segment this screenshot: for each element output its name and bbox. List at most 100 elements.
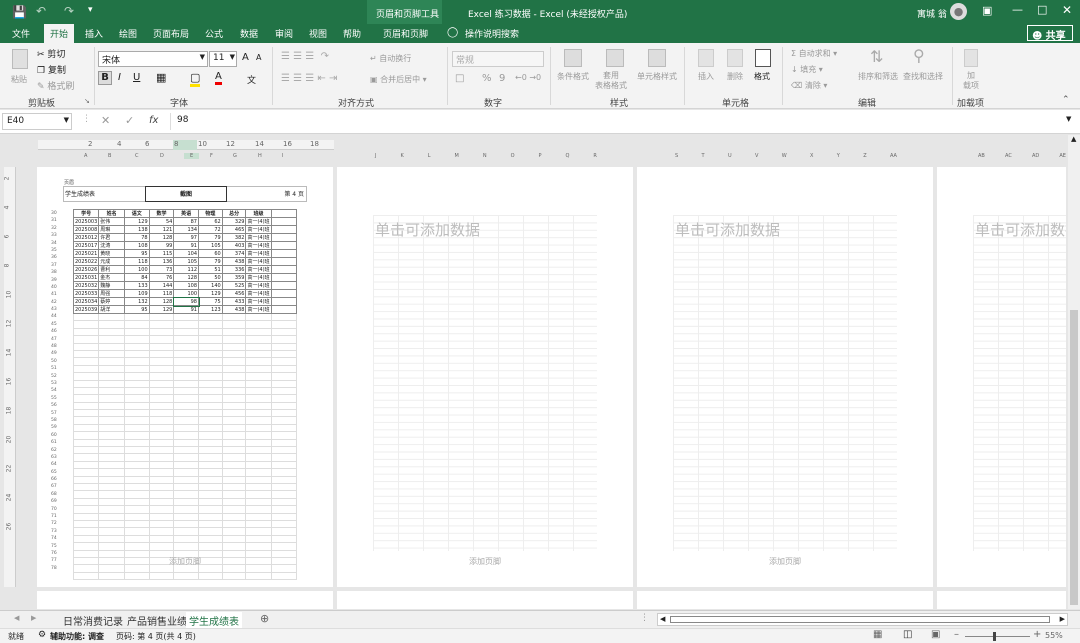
table-cell[interactable] xyxy=(72,512,100,521)
table-cell[interactable] xyxy=(148,386,175,396)
table-cell[interactable]: 438 xyxy=(221,257,247,266)
row-number[interactable]: 53 xyxy=(51,380,61,387)
table-cell[interactable]: 129 xyxy=(198,289,223,298)
table-cell[interactable] xyxy=(198,468,223,477)
table-cell[interactable] xyxy=(198,357,223,366)
table-cell[interactable]: 382 xyxy=(221,233,247,242)
table-cell[interactable]: 465 xyxy=(221,225,247,234)
table-cell[interactable] xyxy=(98,549,125,558)
undo-icon[interactable]: ↶ xyxy=(36,4,46,18)
table-cell[interactable] xyxy=(270,468,298,477)
table-cell[interactable]: 100 xyxy=(123,265,150,274)
table-cell[interactable] xyxy=(72,468,100,477)
row-number[interactable]: 67 xyxy=(51,483,61,490)
table-cell[interactable]: 高一(4)班 xyxy=(245,305,272,314)
table-cell[interactable] xyxy=(173,416,199,425)
table-cell[interactable] xyxy=(123,438,150,448)
col-header[interactable]: Z xyxy=(863,153,866,161)
table-cell[interactable] xyxy=(270,556,298,566)
table-cell[interactable] xyxy=(221,349,247,359)
table-cell[interactable] xyxy=(270,241,298,250)
table-cell[interactable] xyxy=(221,431,247,440)
table-cell[interactable] xyxy=(270,394,298,403)
table-cell[interactable] xyxy=(123,379,150,388)
table-cell[interactable] xyxy=(123,512,150,521)
table-cell[interactable] xyxy=(72,312,100,322)
table-cell[interactable]: 周琳 xyxy=(98,225,125,234)
table-cell[interactable]: 高一(4)班 xyxy=(245,281,272,290)
col-header[interactable]: B xyxy=(108,153,111,159)
table-cell[interactable] xyxy=(148,357,175,366)
table-cell[interactable] xyxy=(245,468,272,477)
table-cell[interactable] xyxy=(123,475,150,485)
table-cell[interactable] xyxy=(173,335,199,344)
table-cell[interactable] xyxy=(148,379,175,388)
table-cell[interactable] xyxy=(221,468,247,477)
table-cell[interactable] xyxy=(173,372,199,381)
table-cell[interactable] xyxy=(245,505,272,514)
wrap-text-button[interactable]: ↵ 自动换行 xyxy=(370,53,411,64)
table-cell[interactable] xyxy=(148,409,175,418)
table-cell[interactable] xyxy=(245,460,272,470)
addin-button[interactable]: 加 载项 xyxy=(963,71,979,91)
table-cell[interactable]: 456 xyxy=(221,289,247,298)
table-cell[interactable] xyxy=(221,386,247,396)
table-cell[interactable] xyxy=(270,327,298,337)
table-cell[interactable]: 张伟 xyxy=(98,217,125,226)
table-cell[interactable] xyxy=(270,273,298,282)
table-cell[interactable] xyxy=(270,249,298,258)
table-cell[interactable] xyxy=(221,327,247,337)
table-cell[interactable] xyxy=(198,497,223,507)
customize-qat-icon[interactable]: ▾ xyxy=(88,5,93,15)
table-cell[interactable] xyxy=(270,497,298,507)
row-number[interactable]: 62 xyxy=(51,447,61,454)
table-cell[interactable] xyxy=(173,527,199,536)
table-cell[interactable]: 高一(4)班 xyxy=(245,241,272,250)
table-cell[interactable]: 79 xyxy=(198,233,223,242)
row-number[interactable]: 54 xyxy=(51,387,61,394)
col-header[interactable]: T xyxy=(702,153,705,161)
table-cell[interactable] xyxy=(245,542,272,551)
table-cell[interactable]: 75 xyxy=(198,297,223,306)
table-cell[interactable] xyxy=(123,497,150,507)
table-cell[interactable] xyxy=(98,364,125,374)
table-cell[interactable]: 总分 xyxy=(221,209,247,218)
table-cell[interactable] xyxy=(123,357,150,366)
row-number[interactable]: 66 xyxy=(51,476,61,483)
table-cell[interactable] xyxy=(245,349,272,359)
table-cell[interactable] xyxy=(148,394,175,403)
table-cell[interactable] xyxy=(245,571,272,581)
table-cell[interactable] xyxy=(148,490,175,499)
table-cell[interactable] xyxy=(245,490,272,499)
row-number[interactable]: 70 xyxy=(51,506,61,513)
table-cell[interactable] xyxy=(173,505,199,514)
table-cell[interactable] xyxy=(270,335,298,344)
table-cell[interactable] xyxy=(148,571,175,581)
col-header[interactable]: E xyxy=(184,153,200,159)
row-number[interactable]: 59 xyxy=(51,424,61,431)
table-cell[interactable] xyxy=(270,409,298,418)
table-cell[interactable]: 128 xyxy=(148,297,175,306)
number-format-select[interactable]: 常规 xyxy=(452,51,544,67)
table-cell[interactable] xyxy=(173,379,199,388)
table-cell[interactable]: 2025034 xyxy=(72,297,100,306)
table-cell[interactable] xyxy=(123,482,150,492)
table-cell[interactable] xyxy=(270,549,298,558)
table-cell[interactable] xyxy=(270,257,298,266)
table-cell[interactable] xyxy=(221,335,247,344)
row-number[interactable]: 65 xyxy=(51,469,61,476)
col-header[interactable]: S xyxy=(675,153,678,161)
table-cell[interactable] xyxy=(72,564,100,573)
sort-filter-button[interactable]: 排序和筛选 xyxy=(858,71,898,82)
table-cell[interactable]: 105 xyxy=(173,257,199,266)
table-cell[interactable] xyxy=(123,534,150,544)
table-cell[interactable]: 73 xyxy=(148,265,175,274)
row-number[interactable]: 76 xyxy=(51,550,61,557)
table-cell[interactable] xyxy=(72,556,100,566)
table-cell[interactable] xyxy=(245,564,272,573)
row-number[interactable]: 61 xyxy=(51,439,61,446)
table-cell[interactable] xyxy=(270,357,298,366)
zoom-slider[interactable] xyxy=(965,632,1030,641)
table-cell[interactable] xyxy=(245,312,272,322)
table-cell[interactable]: 2025003 xyxy=(72,217,100,226)
